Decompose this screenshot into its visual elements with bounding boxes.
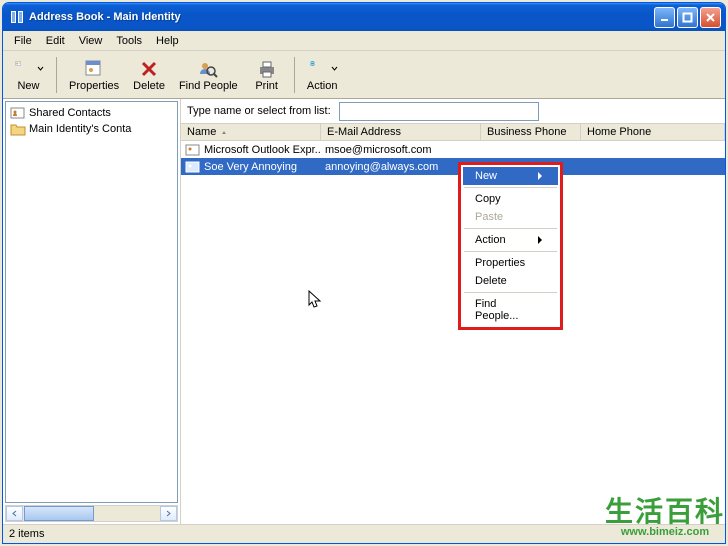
row-email: msoe@microsoft.com xyxy=(325,144,432,156)
maximize-button[interactable] xyxy=(677,7,698,28)
row-name: Microsoft Outlook Expr... xyxy=(204,144,321,156)
scroll-right-arrow[interactable] xyxy=(160,506,177,521)
column-name[interactable]: Name xyxy=(181,124,321,140)
context-delete[interactable]: Delete xyxy=(463,272,558,290)
toolbar-label: Find People xyxy=(179,80,238,92)
chevron-down-icon xyxy=(37,65,44,72)
separator xyxy=(56,57,57,93)
folder-tree[interactable]: Shared Contacts Main Identity's Conta xyxy=(5,101,178,503)
toolbar: New Properties Delete Find People Print … xyxy=(3,51,725,99)
column-email[interactable]: E-Mail Address xyxy=(321,124,481,140)
properties-icon xyxy=(83,58,105,80)
menu-tools[interactable]: Tools xyxy=(109,33,149,49)
contact-card-icon xyxy=(185,143,201,157)
toolbar-label: Action xyxy=(307,80,338,92)
window-title: Address Book - Main Identity xyxy=(29,11,181,23)
new-button[interactable]: New xyxy=(7,54,50,96)
toolbar-label: Properties xyxy=(69,80,119,92)
sidebar: Shared Contacts Main Identity's Conta xyxy=(3,99,181,524)
find-people-icon xyxy=(197,58,219,80)
status-text: 2 items xyxy=(9,528,44,540)
menubar: File Edit View Tools Help xyxy=(3,31,725,51)
titlebar: Address Book - Main Identity xyxy=(3,3,725,31)
row-email: annoying@always.com xyxy=(325,161,438,173)
context-find-people[interactable]: Find People... xyxy=(463,295,558,325)
action-button[interactable]: Action xyxy=(301,54,344,96)
list-header: Name E-Mail Address Business Phone Home … xyxy=(181,123,725,141)
contact-list[interactable]: Microsoft Outlook Expr... msoe@microsoft… xyxy=(181,141,725,524)
tree-item-shared-contacts[interactable]: Shared Contacts xyxy=(8,105,175,121)
watermark-url: www.bimeiz.com xyxy=(605,526,725,538)
context-action[interactable]: Action xyxy=(463,231,558,249)
watermark: 生活百科 www.bimeiz.com xyxy=(605,498,725,538)
delete-button[interactable]: Delete xyxy=(127,54,171,96)
search-input[interactable] xyxy=(339,102,539,121)
table-row[interactable]: Soe Very Annoying annoying@always.com xyxy=(181,158,725,175)
print-icon xyxy=(256,58,278,80)
submenu-arrow-icon xyxy=(538,172,542,180)
find-people-button[interactable]: Find People xyxy=(173,54,244,96)
scroll-thumb[interactable] xyxy=(24,506,94,521)
toolbar-label: Print xyxy=(255,80,278,92)
sort-asc-icon xyxy=(220,128,228,136)
contacts-icon xyxy=(10,106,26,120)
context-menu: New Copy Paste Action Properties Delete … xyxy=(458,162,563,330)
properties-button[interactable]: Properties xyxy=(63,54,125,96)
separator xyxy=(294,57,295,93)
action-icon xyxy=(307,58,329,80)
context-copy[interactable]: Copy xyxy=(463,190,558,208)
folder-icon xyxy=(10,122,26,136)
menu-help[interactable]: Help xyxy=(149,33,186,49)
tree-item-main-identity[interactable]: Main Identity's Conta xyxy=(8,121,175,137)
search-label: Type name or select from list: xyxy=(187,105,331,117)
column-business-phone[interactable]: Business Phone xyxy=(481,124,581,140)
close-button[interactable] xyxy=(700,7,721,28)
context-paste: Paste xyxy=(463,208,558,226)
tree-item-label: Shared Contacts xyxy=(29,107,111,119)
context-properties[interactable]: Properties xyxy=(463,254,558,272)
search-bar: Type name or select from list: xyxy=(181,99,725,123)
watermark-chinese: 生活百科 xyxy=(605,498,725,526)
main-window: Address Book - Main Identity File Edit V… xyxy=(2,2,726,544)
toolbar-label: New xyxy=(17,80,39,92)
menu-file[interactable]: File xyxy=(7,33,39,49)
contact-card-icon xyxy=(185,160,201,174)
table-row[interactable]: Microsoft Outlook Expr... msoe@microsoft… xyxy=(181,141,725,158)
delete-icon xyxy=(138,58,160,80)
row-name: Soe Very Annoying xyxy=(204,161,297,173)
minimize-button[interactable] xyxy=(654,7,675,28)
horizontal-scrollbar[interactable] xyxy=(5,505,178,522)
main-pane: Type name or select from list: Name E-Ma… xyxy=(181,99,725,524)
scroll-left-arrow[interactable] xyxy=(6,506,23,521)
content-area: Shared Contacts Main Identity's Conta Ty… xyxy=(3,99,725,524)
column-home-phone[interactable]: Home Phone xyxy=(581,124,725,140)
new-card-icon xyxy=(13,58,35,80)
context-new[interactable]: New xyxy=(463,167,558,185)
menu-edit[interactable]: Edit xyxy=(39,33,72,49)
menu-view[interactable]: View xyxy=(72,33,110,49)
tree-item-label: Main Identity's Conta xyxy=(29,123,131,135)
submenu-arrow-icon xyxy=(538,236,542,244)
chevron-down-icon xyxy=(331,65,338,72)
book-icon xyxy=(9,9,25,25)
print-button[interactable]: Print xyxy=(246,54,288,96)
toolbar-label: Delete xyxy=(133,80,165,92)
